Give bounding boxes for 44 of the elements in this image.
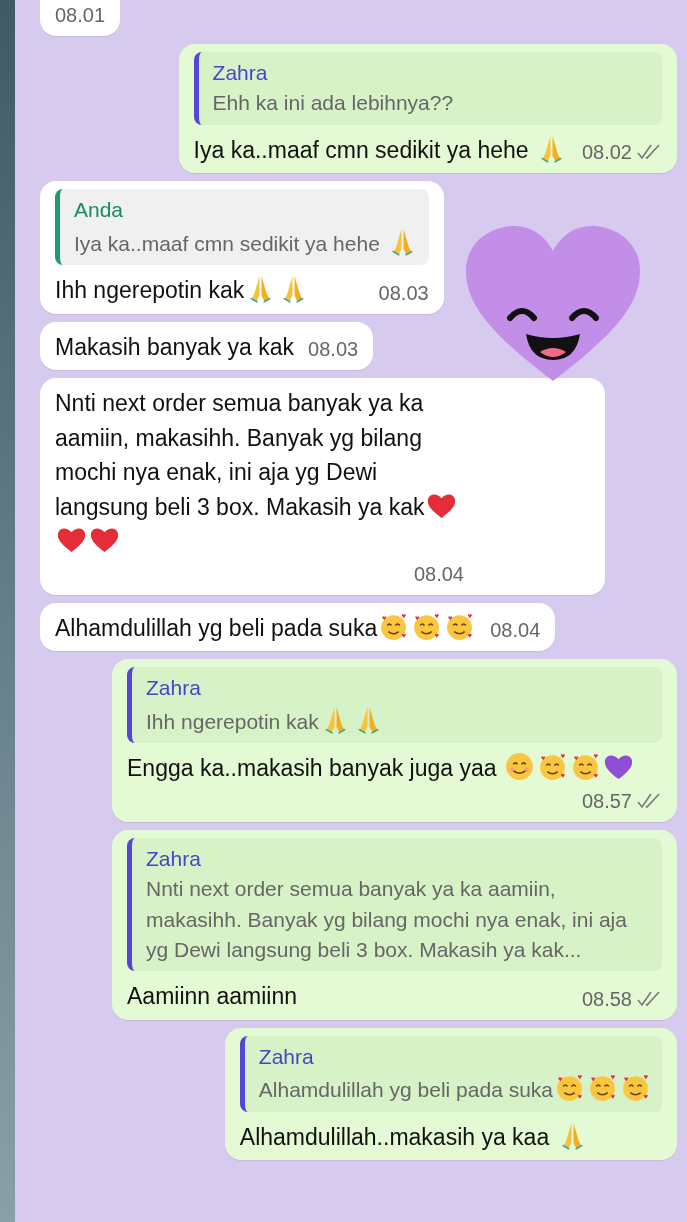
quote-text: Ehh ka ini ada lebihnya?? bbox=[212, 91, 454, 115]
message-time: 08.04 bbox=[413, 561, 464, 587]
quote-text: Iya ka..maaf cmn sedikit ya hehe bbox=[74, 231, 381, 255]
received-message-bubble[interactable]: Nnti next order semua banyak ya ka aamiin, makasihh. Banyak yg bilang mochi nya enak, ini aja yg Dewi langsung beli 3 box. Makasih ya kak 08.04 bbox=[40, 378, 605, 595]
quoted-message[interactable]: Zahra Nnti next order semua banyak ya ka aamiin, makasihh. Banyak yg bilang mochi nya enak, ini aja yg Dewi langsung beli 3 box. Makasih ya kak... bbox=[127, 837, 662, 972]
quoted-message[interactable]: Zahra Ehh ka ini ada lebihnya?? bbox=[193, 52, 662, 125]
message-text: Aamiinn aamiinn bbox=[127, 983, 298, 1010]
smiling-face-icon bbox=[503, 751, 535, 783]
message-time: 08.03 bbox=[308, 337, 359, 363]
received-message-bubble[interactable]: 08.01 bbox=[40, 0, 121, 36]
quote-text: Ihh ngerepotin kak bbox=[146, 709, 319, 733]
smiling-face-with-hearts-icon bbox=[587, 1072, 618, 1104]
sent-message-bubble[interactable]: Zahra Nnti next order semua banyak ya ka aamiin, makasihh. Banyak yg bilang mochi nya enak, ini aja yg Dewi langsung beli 3 box. Makasih ya kak... Aamiinn aamiinn 08.58 bbox=[112, 829, 677, 1020]
message-time: 08.03 bbox=[378, 280, 429, 306]
smiling-face-with-hearts-icon bbox=[620, 1072, 651, 1104]
quote-text: Alhamdulillah yg beli pada suka bbox=[258, 1078, 553, 1102]
message-text: Makasih banyak ya kak bbox=[55, 333, 295, 360]
smiling-face-with-hearts-icon bbox=[554, 1072, 585, 1104]
quote-author: Zahra bbox=[258, 1043, 315, 1070]
message-text: Iya ka..maaf cmn sedikit ya hehe bbox=[193, 136, 530, 163]
message-time: 08.02 bbox=[581, 140, 632, 166]
message-text: Engga ka..makasih banyak juga yaa bbox=[127, 755, 498, 782]
quote-author: Zahra bbox=[212, 60, 269, 86]
message-time: 08.58 bbox=[581, 986, 632, 1012]
message-time: 08.04 bbox=[490, 618, 541, 644]
quoted-message[interactable]: Zahra Alhamdulillah yg beli pada suka bbox=[239, 1035, 662, 1112]
message-time: 08.57 bbox=[581, 788, 632, 814]
message-time: 08.01 bbox=[55, 3, 106, 28]
received-message-bubble[interactable]: Makasih banyak ya kak 08.03 bbox=[40, 321, 374, 371]
message-text: Alhamdulillah yg beli pada suka bbox=[55, 614, 378, 641]
received-message-bubble[interactable]: Alhamdulillah yg beli pada suka 08.04 bbox=[40, 602, 556, 652]
sent-message-bubble[interactable]: Zahra Ihh ngerepotin kak Engga ka..makasih banyak juga yaa 08.57 bbox=[112, 659, 677, 822]
sent-message-bubble[interactable]: Zahra Ehh ka ini ada lebihnya?? Iya ka..maaf cmn sedikit ya hehe 08.02 bbox=[178, 44, 677, 174]
sent-message-bubble[interactable]: Zahra Alhamdulillah yg beli pada suka Alhamdulillah..makasih ya kaa bbox=[224, 1027, 677, 1161]
quote-text: Nnti next order semua banyak ya ka aamiin, makasihh. Banyak yg bilang mochi nya enak, ini aja yg Dewi langsung beli 3 box. Makasih ya kak... bbox=[146, 877, 627, 961]
quoted-message[interactable]: Zahra Ihh ngerepotin kak bbox=[127, 667, 662, 744]
message-text: Ihh ngerepotin kak bbox=[55, 277, 245, 304]
quote-author: Anda bbox=[74, 197, 125, 224]
quote-author: Zahra bbox=[146, 675, 202, 702]
quoted-message[interactable]: Anda Iya ka..maaf cmn sedikit ya hehe bbox=[55, 189, 429, 266]
received-message-bubble[interactable]: Anda Iya ka..maaf cmn sedikit ya hehe Ihh ngerepotin kak 08.03 bbox=[40, 181, 444, 314]
message-text: Nnti next order semua banyak ya ka aamiin, makasihh. Banyak yg bilang mochi nya enak, ini aja yg Dewi langsung beli 3 box. Makasih ya kak bbox=[55, 390, 425, 520]
message-text: Alhamdulillah..makasih ya kaa bbox=[239, 1123, 551, 1150]
quote-author: Zahra bbox=[146, 845, 202, 872]
